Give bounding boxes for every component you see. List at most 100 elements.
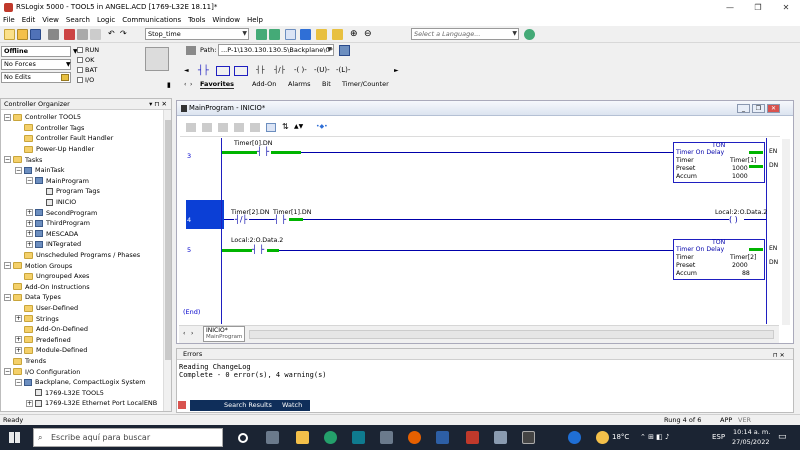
ton-1-box[interactable]: TON Timer On Delay Timer Timer[1] Preset… [673,142,765,183]
notifications-icon[interactable]: ▭ [778,432,787,442]
collapse-icon[interactable]: − [4,368,11,376]
undo-icon[interactable]: ↶ [108,29,119,40]
controller-icon[interactable] [300,29,311,40]
tree-item[interactable]: Trends [4,356,46,367]
who-active-icon[interactable] [339,45,350,56]
rung-4-number[interactable]: 4 [179,216,219,224]
tree-item[interactable]: − MainTask [15,165,65,176]
print-icon[interactable] [48,29,59,40]
branch-icon[interactable] [216,66,230,76]
taskbar-search[interactable]: ⌕ Escribe aquí para buscar [33,428,223,447]
collapse-icon[interactable]: − [15,378,22,386]
ton-2-timer[interactable]: Timer[2] [730,254,756,261]
tree-item[interactable]: + SecondProgram [26,207,97,218]
collapse-icon[interactable]: − [4,113,11,121]
menu-file[interactable]: File [3,16,15,24]
rung-5-number[interactable]: 5 [179,246,219,254]
tab-scroll-left-icon[interactable]: ‹ [183,330,185,337]
maximize-button[interactable]: ❐ [744,3,772,12]
tool-h-icon[interactable]: ▲▼ [294,123,303,130]
organizer-scrollbar[interactable] [163,110,171,411]
ton-1-timer[interactable]: Timer[1] [730,157,756,164]
rung-icon[interactable]: ┤├ [198,66,209,76]
firefox-icon[interactable] [408,431,421,444]
path-combo[interactable]: ...P-1\130.130.130.5\Backplane\0* ▼ [218,44,334,56]
edge-icon[interactable] [352,431,365,444]
tree-item[interactable]: + INTegrated [26,239,81,250]
tool-g-icon[interactable]: ⇅ [282,122,289,131]
app-gray-icon[interactable] [494,431,507,444]
expand-icon[interactable]: + [26,399,33,407]
routine-restore-button[interactable]: ❐ [752,104,765,113]
end-rung[interactable]: (End) [179,308,219,316]
tree-item[interactable]: Program Tags [37,186,100,197]
zoom-in-icon[interactable]: ⊕ [350,29,361,40]
tree-item[interactable]: + Strings [15,313,59,324]
tree-item[interactable]: +1769-L32E Ethernet Port LocalENB [26,398,157,409]
tree-item[interactable]: Power-Up Handler [15,144,94,155]
horizontal-scrollbar[interactable] [249,330,774,339]
routine-minimize-button[interactable]: _ [737,104,750,113]
xio-icon[interactable]: ┤/├ [274,66,285,74]
otu-icon[interactable]: -(U)- [314,66,330,74]
input-language[interactable]: ESP [712,433,725,441]
menu-help[interactable]: Help [247,16,263,24]
tree-item[interactable]: − Tasks [4,154,42,165]
collapse-icon[interactable]: − [15,166,22,174]
file-explorer-icon[interactable] [296,431,309,444]
paste-icon[interactable] [90,29,101,40]
tree-item[interactable]: − Backplane, CompactLogix System [15,377,146,388]
tray-icons[interactable]: ⌃ ⊞ ◧ ♪ [640,433,670,441]
rung-5-xic[interactable]: ┤ ├ [252,245,264,254]
routine-vertical-scrollbar[interactable] [782,139,790,325]
xic-icon[interactable]: ┤├ [256,66,264,74]
expand-icon[interactable]: + [15,315,22,323]
rung-4-selection[interactable] [186,200,224,229]
tree-item[interactable]: Add-On-Defined [15,324,88,335]
menu-communications[interactable]: Communications [122,16,181,24]
tree-item[interactable]: − Data Types [4,292,61,303]
tool-f-icon[interactable] [266,123,276,132]
rung-4-xic[interactable]: ┤ ├ [274,215,286,224]
tree-item[interactable]: + Module-Defined [15,345,87,356]
rung-3-contact-tag[interactable]: Timer[0].DN [234,140,272,147]
branch-level-icon[interactable] [234,66,248,76]
expand-icon[interactable]: + [26,209,33,217]
routine-close-button[interactable]: ✕ [767,104,780,113]
tree-item[interactable]: Unscheduled Programs / Phases [15,250,140,261]
tree-item[interactable]: − Controller TOOL5 [4,112,81,123]
ton-1-preset[interactable]: 1000 [732,165,748,172]
rung-4-ote[interactable]: ( ) [729,215,738,224]
search-combo[interactable]: Stop_time ▼ [145,28,249,40]
collapse-icon[interactable]: − [4,262,11,270]
tab-favorites[interactable]: Favorites [200,80,234,89]
windows-start-icon[interactable] [9,432,20,443]
tab-timer-counter[interactable]: Timer/Counter [342,80,389,88]
menu-window[interactable]: Window [212,16,240,24]
expand-icon[interactable]: + [26,219,33,227]
menu-view[interactable]: View [42,16,59,24]
rslogix-taskbar-icon[interactable] [522,431,535,444]
tool-e-icon[interactable] [250,123,260,132]
expand-icon[interactable]: + [26,230,33,238]
scroll-left-icon[interactable]: ◄ [184,67,189,74]
tree-item[interactable]: Controller Tags [15,123,84,134]
tree-item[interactable]: − I/O Configuration [4,366,80,377]
clock-time[interactable]: 10:14 a. m. [733,428,770,436]
cortana-icon[interactable] [238,433,248,443]
tree-item[interactable]: − MainProgram [26,176,89,187]
scroll-right-icon[interactable]: ► [394,67,399,74]
tree-item[interactable]: Controller Fault Handler [15,133,113,144]
tool-b-icon[interactable] [202,123,212,132]
task-view-icon[interactable] [266,431,279,444]
find-next-icon[interactable] [269,29,280,40]
ton-2-accum[interactable]: 88 [742,270,750,277]
menu-tools[interactable]: Tools [188,16,205,24]
otl-icon[interactable]: -(L)- [336,66,350,74]
ladder-diagram[interactable]: 3 Timer[0].DN ┤ ├ TON Timer On Delay Tim… [179,138,779,324]
new-file-icon[interactable] [4,29,15,40]
tree-item[interactable]: Ungrouped Axes [15,271,89,282]
tool-i-icon[interactable]: •◆• [316,123,328,130]
tree-item[interactable]: User-Defined [15,303,78,314]
rung-3-number[interactable]: 3 [179,152,219,160]
